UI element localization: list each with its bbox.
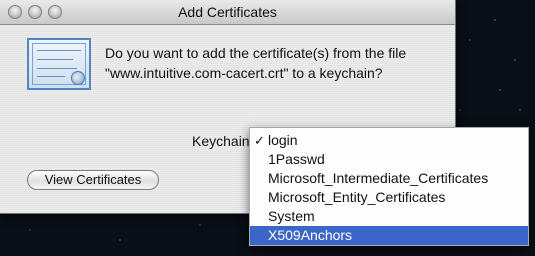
title-bar[interactable]: Add Certificates	[0, 0, 455, 25]
menu-item-label: Microsoft_Intermediate_Certificates	[268, 170, 489, 186]
menu-item-microsoft-intermediate-certificates[interactable]: Microsoft_Intermediate_Certificates	[250, 169, 528, 188]
menu-item-1passwd[interactable]: 1Passwd	[250, 150, 528, 169]
menu-item-label: 1Passwd	[268, 151, 325, 167]
menu-item-label: Microsoft_Entity_Certificates	[268, 189, 446, 205]
menu-item-label: login	[268, 132, 298, 148]
menu-item-microsoft-entity-certificates[interactable]: Microsoft_Entity_Certificates	[250, 188, 528, 207]
message-line-1: Do you want to add the certificate(s) fr…	[105, 45, 407, 61]
menu-item-login[interactable]: ✓ login	[250, 131, 528, 150]
message-line-2: "www.intuitive.com-cacert.crt" to a keyc…	[105, 65, 383, 81]
keychain-label: Keychain	[192, 133, 250, 149]
keychain-popup-menu[interactable]: ✓ login 1Passwd Microsoft_Intermediate_C…	[249, 127, 529, 246]
menu-item-label: X509Anchors	[268, 227, 353, 243]
window-title: Add Certificates	[178, 4, 277, 20]
view-certificates-button[interactable]: View Certificates	[27, 170, 159, 190]
menu-item-x509anchors[interactable]: X509Anchors	[250, 226, 528, 245]
menu-item-system[interactable]: System	[250, 207, 528, 226]
certificate-icon	[27, 38, 91, 90]
menu-item-label: System	[268, 208, 315, 224]
confirmation-message: Do you want to add the certificate(s) fr…	[105, 43, 445, 83]
checkmark-icon: ✓	[254, 133, 265, 148]
